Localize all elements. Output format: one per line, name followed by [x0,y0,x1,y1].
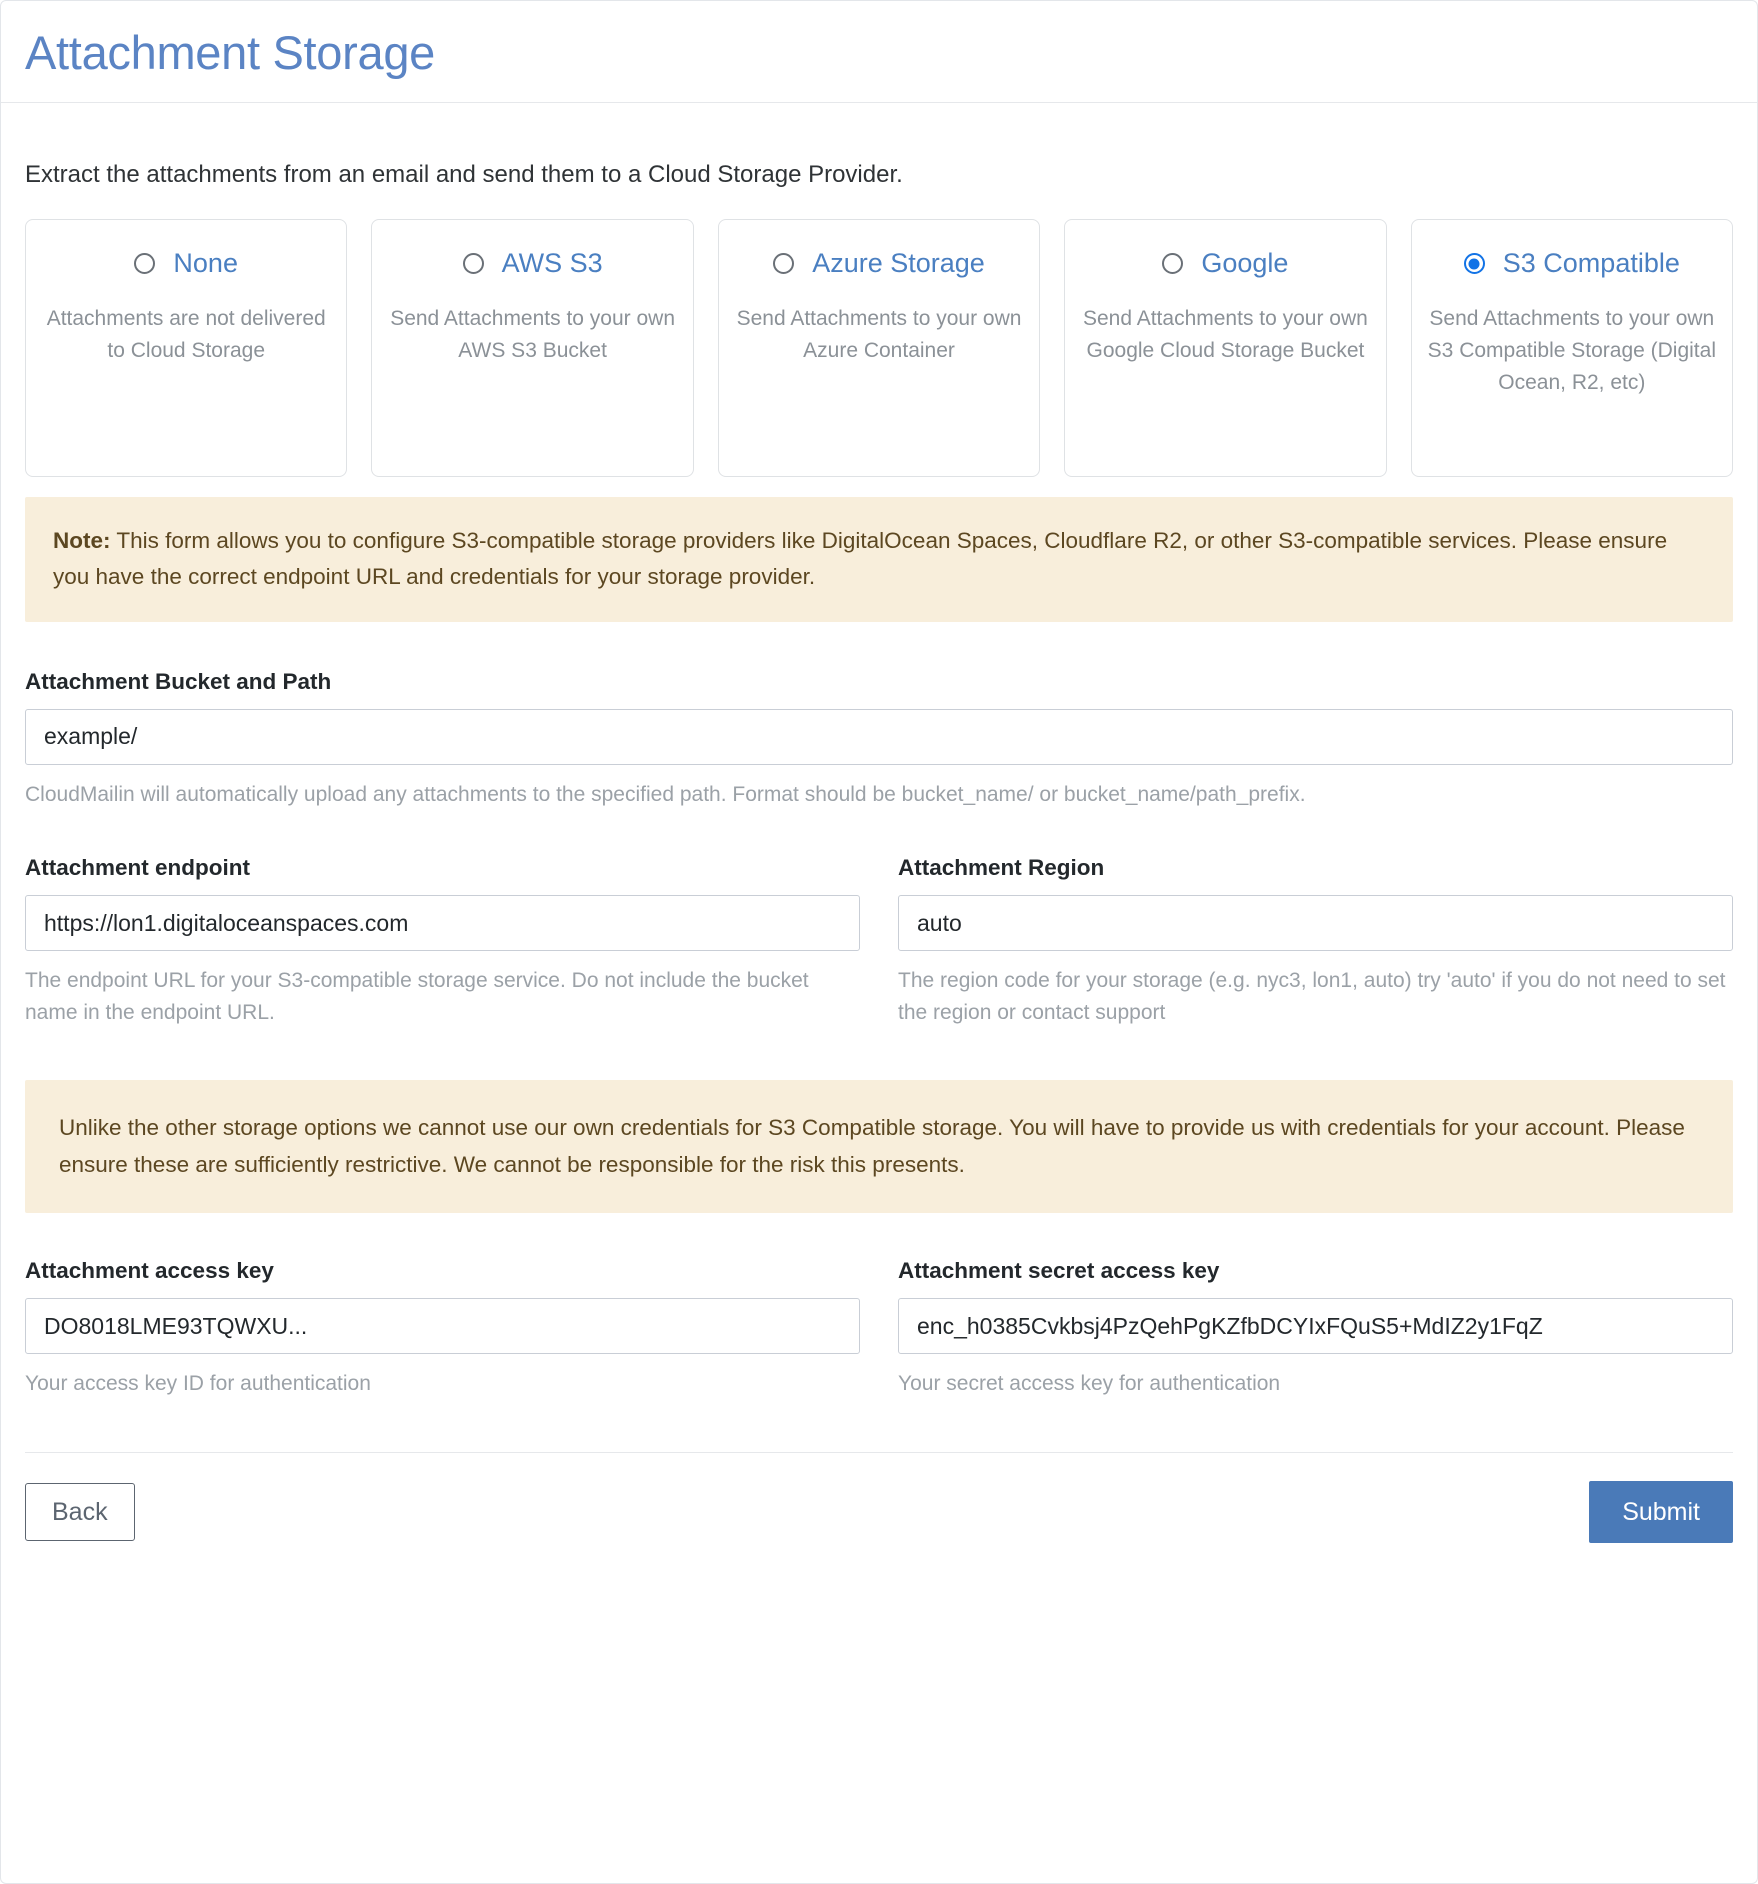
option-header: S3 Compatible [1426,250,1718,277]
endpoint-input[interactable] [25,895,860,952]
storage-option-none[interactable]: None Attachments are not delivered to Cl… [25,219,348,478]
storage-option-aws-s3[interactable]: AWS S3 Send Attachments to your own AWS … [371,219,694,478]
access-key-input[interactable] [25,1298,860,1355]
option-description-aws-s3: Send Attachments to your own AWS S3 Buck… [390,307,676,362]
radio-icon-aws-s3[interactable] [462,253,484,275]
back-button[interactable]: Back [25,1482,135,1541]
note-alert-body: This form allows you to configure S3-com… [53,528,1668,590]
radio-icon-azure-storage[interactable] [773,253,795,275]
secret-access-key-field-group: Attachment secret access key Your secret… [898,1257,1733,1400]
option-label-google: Google [1201,248,1289,279]
radio-icon-s3-compatible[interactable] [1463,253,1485,275]
option-header: Google [1079,250,1371,277]
storage-option-google[interactable]: Google Send Attachments to your own Goog… [1064,219,1387,478]
credentials-warning-alert: Unlike the other storage options we cann… [25,1080,1733,1214]
endpoint-hint: The endpoint URL for your S3-compatible … [25,969,809,1024]
note-alert: Note: This form allows you to configure … [25,497,1733,622]
option-label-s3-compatible: S3 Compatible [1502,248,1680,279]
endpoint-region-row: Attachment endpoint The endpoint URL for… [25,810,1733,1028]
storage-option-s3-compatible[interactable]: S3 Compatible Send Attachments to your o… [1410,219,1734,478]
intro-text: Extract the attachments from an email an… [25,160,903,188]
radio-icon-none[interactable] [134,253,156,275]
secret-access-key-label: Attachment secret access key [898,1258,1220,1284]
option-header: None [40,250,332,277]
note-alert-prefix: Note: [53,528,111,554]
option-label-aws-s3: AWS S3 [501,248,603,279]
radio-icon-google[interactable] [1162,253,1184,275]
storage-option-azure-storage[interactable]: Azure Storage Send Attachments to your o… [717,219,1041,478]
endpoint-field-group: Attachment endpoint The endpoint URL for… [25,854,860,1028]
submit-button[interactable]: Submit [1589,1480,1733,1543]
access-key-hint: Your access key ID for authentication [25,1372,371,1396]
bucket-path-label: Attachment Bucket and Path [25,668,332,694]
option-label-azure-storage: Azure Storage [812,248,985,279]
access-key-field-group: Attachment access key Your access key ID… [25,1257,860,1400]
attachment-storage-page: Attachment Storage Extract the attachmen… [0,0,1758,1884]
secret-access-key-input[interactable] [898,1298,1733,1355]
bucket-path-field-group: Attachment Bucket and Path CloudMailin w… [25,622,1733,811]
region-field-group: Attachment Region The region code for yo… [898,854,1733,1028]
endpoint-label: Attachment endpoint [25,855,250,881]
bucket-path-input[interactable] [25,708,1733,765]
option-description-google: Send Attachments to your own Google Clou… [1083,307,1368,362]
access-key-label: Attachment access key [25,1258,274,1284]
option-header: Azure Storage [733,250,1025,277]
option-description-azure-storage: Send Attachments to your own Azure Conta… [736,307,1022,362]
option-description-none: Attachments are not delivered to Cloud S… [46,307,326,362]
region-label: Attachment Region [898,855,1105,881]
storage-option-group: None Attachments are not delivered to Cl… [25,219,1734,478]
option-description-s3-compatible: Send Attachments to your own S3 Compatib… [1427,307,1716,394]
region-hint: The region code for your storage (e.g. n… [898,969,1726,1024]
option-header: AWS S3 [386,250,678,277]
credentials-row: Attachment access key Your access key ID… [25,1213,1733,1400]
option-label-none: None [173,248,238,279]
form-footer: Back Submit [25,1453,1733,1573]
region-input[interactable] [898,895,1733,952]
secret-access-key-hint: Your secret access key for authenticatio… [898,1372,1281,1396]
bucket-path-hint: CloudMailin will automatically upload an… [25,782,1306,806]
page-title: Attachment Storage [25,26,436,79]
